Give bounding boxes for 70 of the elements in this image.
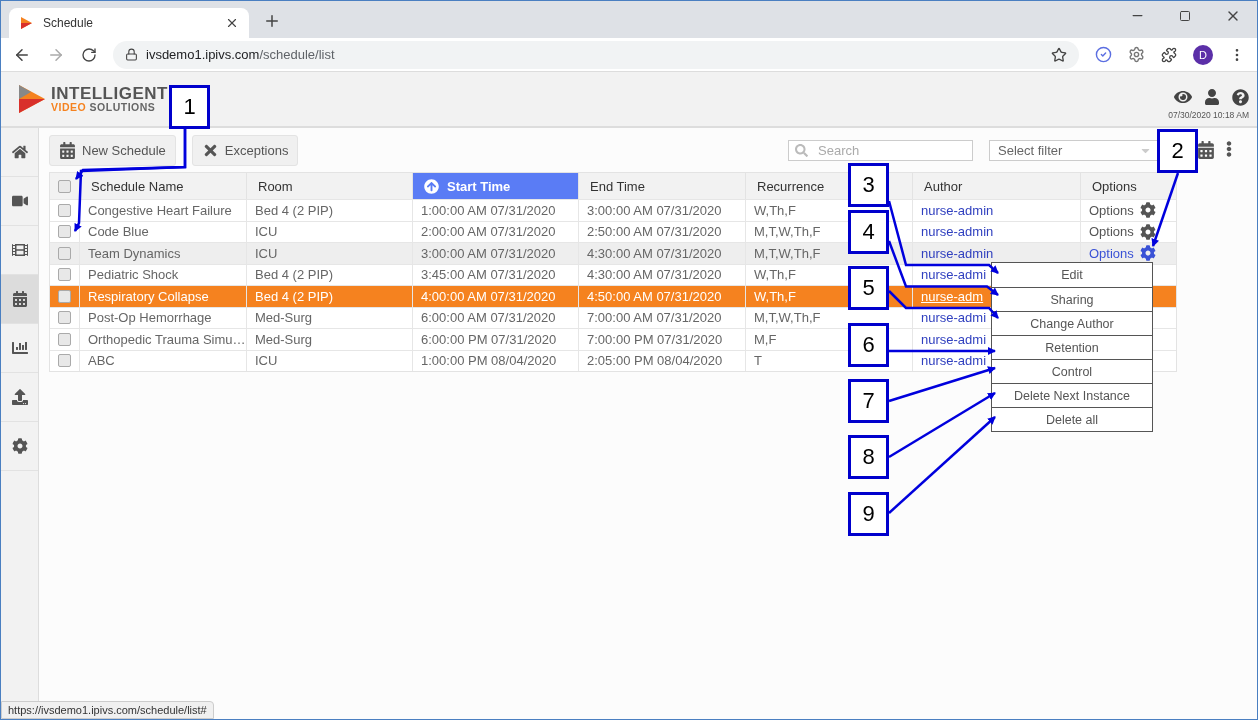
browser-tab[interactable]: Schedule [9,8,249,38]
date-time: 07/30/2020 10:18 AM [1168,110,1249,120]
status-url: https://ivsdemo1.ipivs.com/schedule/list# [1,701,214,719]
callout-label: 1 [169,85,210,129]
callout-label: 8 [848,435,889,479]
table-cell: 4:00:00 AM 07/31/2020 [412,286,578,307]
menu-item[interactable]: Retention [992,335,1152,359]
column-label: Start Time [447,178,511,194]
table-cell: 1:00:00 AM 07/31/2020 [412,200,578,221]
column-label: Room [258,178,293,194]
logo-text: INTELLIGENT [51,85,168,103]
logo-text: SOLUTIONS [89,101,156,114]
table-cell: 3:00:00 AM 07/31/2020 [578,200,745,221]
logo-text: VIDEO [51,101,87,114]
menu-item[interactable]: Control [992,359,1152,383]
author-link[interactable]: nurse-admin [921,245,994,261]
menu-item[interactable]: Sharing [992,287,1152,311]
table-cell: Orthopedic Trauma Simu… [79,329,246,350]
author-link[interactable]: nurse-admi [921,331,987,347]
author-link[interactable]: nurse-admi [921,267,987,283]
menu-item[interactable]: Edit [992,263,1152,287]
table-cell: ICU [246,350,412,371]
table-cell: 4:30:00 AM 07/31/2020 [578,243,745,264]
search-input[interactable]: Search [816,141,956,159]
url-host: ivsdemo1.ipivs.com [146,47,260,62]
table-cell: ICU [246,243,412,264]
column-label: End Time [590,178,645,194]
table-cell: Respiratory Collapse [79,286,246,307]
table-cell: 6:00:00 PM 07/31/2020 [412,329,578,350]
callout-label: 3 [848,163,889,207]
table-cell: Team Dynamics [79,243,246,264]
author-link[interactable]: nurse-admin [921,202,994,218]
menu-item[interactable]: Change Author [992,311,1152,335]
column-label: Options [1092,178,1137,194]
url-path: /schedule/list [259,47,335,62]
table-cell: Bed 4 (2 PIP) [246,286,412,307]
table-cell: Bed 4 (2 PIP) [246,200,412,221]
author-link[interactable]: nurse-admi [921,353,987,369]
menu-item[interactable]: Delete all [992,407,1152,431]
toolbar-button[interactable]: Exceptions [191,134,299,166]
menu-item[interactable]: Delete Next Instance [992,383,1152,407]
callout-label: 7 [848,379,889,423]
table-cell: Congestive Heart Failure [79,200,246,221]
profile-avatar[interactable]: D [1193,44,1213,65]
table-row[interactable]: Congestive Heart Failure Bed 4 (2 PIP) 1:00:00 AM 07/31/2020 3:00:00 AM 07/31/2020 W,Th,F nurse-admin Options [50,199,1176,221]
table-cell: 4:50:00 AM 07/31/2020 [578,286,745,307]
tab-title: Schedule [43,16,95,30]
address-bar[interactable]: ivsdemo1.ipivs.com/schedule/list [113,40,1079,69]
callout-label: 9 [848,492,889,536]
author-link[interactable]: nurse-admin [921,224,994,240]
table-cell: 3:00:00 AM 07/31/2020 [412,243,578,264]
table-cell: 2:05:00 PM 08/04/2020 [578,350,745,371]
column-header[interactable]: Start Time [412,173,578,199]
callout-label: 4 [848,210,889,254]
search-field[interactable]: Search [788,139,973,161]
table-cell: 1:00:00 PM 08/04/2020 [412,350,578,371]
author-link[interactable]: nurse-admi [921,310,987,326]
options-link[interactable]: Options [1089,245,1156,262]
toolbar-button[interactable]: New Schedule [49,134,176,166]
options-link[interactable]: Options [1089,223,1156,240]
table-row[interactable]: Team Dynamics ICU 3:00:00 AM 07/31/2020 4:30:00 AM 07/31/2020 M,T,W,Th,F nurse-admin Options [50,242,1176,264]
options-link[interactable]: Options [1089,202,1156,219]
table-cell: Med-Surg [246,329,412,350]
table-cell: ABC [79,350,246,371]
callout-label: 2 [1157,129,1198,173]
column-label: Author [924,178,963,194]
column-label: Schedule Name [91,178,184,194]
callout-label: 6 [848,323,889,367]
column-label: Recurrence [757,178,825,194]
table-cell: 7:00:00 PM 07/31/2020 [578,329,745,350]
